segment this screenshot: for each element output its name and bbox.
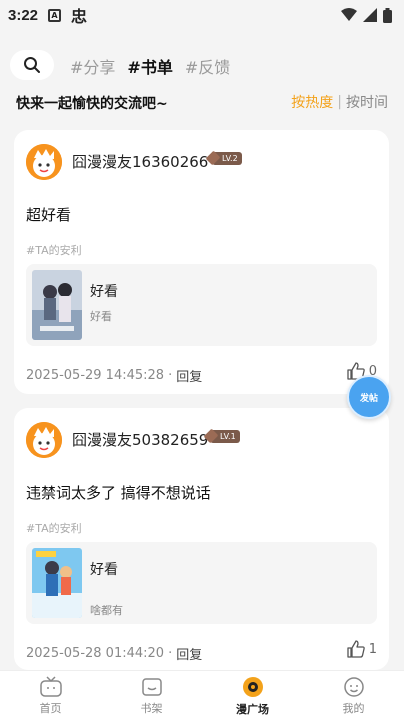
tv-icon bbox=[39, 675, 62, 697]
battery-icon bbox=[383, 7, 392, 23]
post-content[interactable]: 违禁词太多了 搞得不想说话 bbox=[26, 482, 211, 503]
sort-by-popularity[interactable]: 按热度 bbox=[291, 92, 333, 112]
nav-bookshelf[interactable]: 书架 bbox=[101, 671, 202, 720]
create-post-label: 发帖 bbox=[359, 393, 378, 404]
plaza-icon bbox=[242, 676, 263, 697]
post-feed[interactable]: 囧漫漫友16360266 LV.2 超好看 #TA的安利 好看 好看 2025-… bbox=[0, 118, 404, 670]
post-card[interactable]: 囧漫漫友50382659 LV.1 违禁词太多了 搞得不想说话 #TA的安利 好… bbox=[14, 408, 389, 670]
bottom-nav: 首页 书架 漫广场 我的 bbox=[0, 670, 404, 720]
comic-cover bbox=[32, 548, 82, 618]
like-count: 1 bbox=[368, 641, 377, 657]
community-header: #分享 #书单 #反馈 快来一起愉快的交流吧~ 按热度 | 按时间 bbox=[0, 30, 404, 118]
like-button[interactable]: 1 bbox=[347, 640, 377, 658]
notification-app-icon: 忠 bbox=[71, 7, 88, 26]
tab-share[interactable]: #分享 bbox=[70, 54, 115, 78]
post-tag[interactable]: #TA的安利 bbox=[26, 242, 82, 258]
search-icon bbox=[24, 57, 40, 73]
create-post-button[interactable]: 发帖 bbox=[347, 375, 391, 419]
meta-dot: · bbox=[168, 368, 173, 383]
meta-dot: · bbox=[168, 646, 173, 661]
comic-title: 好看 bbox=[90, 284, 118, 300]
nav-profile[interactable]: 我的 bbox=[303, 671, 404, 720]
tab-booklist[interactable]: #书单 bbox=[127, 54, 172, 78]
profile-icon bbox=[343, 676, 364, 697]
wifi-icon bbox=[341, 8, 357, 21]
comic-cover bbox=[32, 270, 82, 340]
username[interactable]: 囧漫漫友50382659 bbox=[72, 429, 208, 450]
nav-plaza[interactable]: 漫广场 bbox=[202, 671, 303, 720]
recommended-comic[interactable]: 好看 啥都有 bbox=[26, 542, 377, 624]
post-meta: 2025-05-29 14:45:28 · 回复 bbox=[26, 366, 202, 385]
thumbs-up-icon bbox=[347, 640, 365, 658]
nav-bookshelf-label: 书架 bbox=[140, 701, 163, 715]
sort-by-time[interactable]: 按时间 bbox=[346, 92, 388, 112]
comic-title: 好看 bbox=[90, 562, 118, 578]
topic-tabs: #分享 #书单 #反馈 bbox=[70, 54, 230, 78]
post-tag[interactable]: #TA的安利 bbox=[26, 520, 82, 536]
post-meta: 2025-05-28 01:44:20 · 回复 bbox=[26, 644, 202, 663]
comic-description: 啥都有 bbox=[90, 604, 123, 617]
status-bar: 3:22 A 忠 bbox=[0, 0, 404, 30]
status-time: 3:22 bbox=[8, 6, 39, 24]
sort-toggle: 按热度 | 按时间 bbox=[291, 92, 388, 112]
post-card[interactable]: 囧漫漫友16360266 LV.2 超好看 #TA的安利 好看 好看 2025-… bbox=[14, 130, 389, 394]
tab-feedback[interactable]: #反馈 bbox=[185, 54, 230, 78]
avatar[interactable] bbox=[26, 422, 62, 458]
level-badge: LV.1 bbox=[210, 430, 240, 443]
bookshelf-icon bbox=[141, 677, 162, 696]
avatar[interactable] bbox=[26, 144, 62, 180]
nav-home[interactable]: 首页 bbox=[0, 671, 101, 720]
level-badge: LV.2 bbox=[212, 152, 242, 165]
comic-description: 好看 bbox=[90, 310, 112, 323]
reply-button[interactable]: 回复 bbox=[176, 644, 202, 663]
page-subtitle: 快来一起愉快的交流吧~ bbox=[16, 96, 168, 112]
post-date: 2025-05-29 14:45:28 bbox=[26, 368, 165, 383]
username[interactable]: 囧漫漫友16360266 bbox=[72, 151, 208, 172]
nav-home-label: 首页 bbox=[39, 701, 62, 715]
notification-a-icon: A bbox=[48, 8, 62, 22]
search-button[interactable] bbox=[10, 50, 54, 80]
sort-separator: | bbox=[337, 94, 342, 110]
nav-profile-label: 我的 bbox=[342, 701, 365, 715]
reply-button[interactable]: 回复 bbox=[176, 366, 202, 385]
recommended-comic[interactable]: 好看 好看 bbox=[26, 264, 377, 346]
signal-icon bbox=[363, 8, 377, 22]
status-indicators bbox=[341, 7, 392, 23]
post-date: 2025-05-28 01:44:20 bbox=[26, 646, 165, 661]
post-content[interactable]: 超好看 bbox=[26, 204, 71, 225]
nav-plaza-label: 漫广场 bbox=[236, 702, 269, 716]
